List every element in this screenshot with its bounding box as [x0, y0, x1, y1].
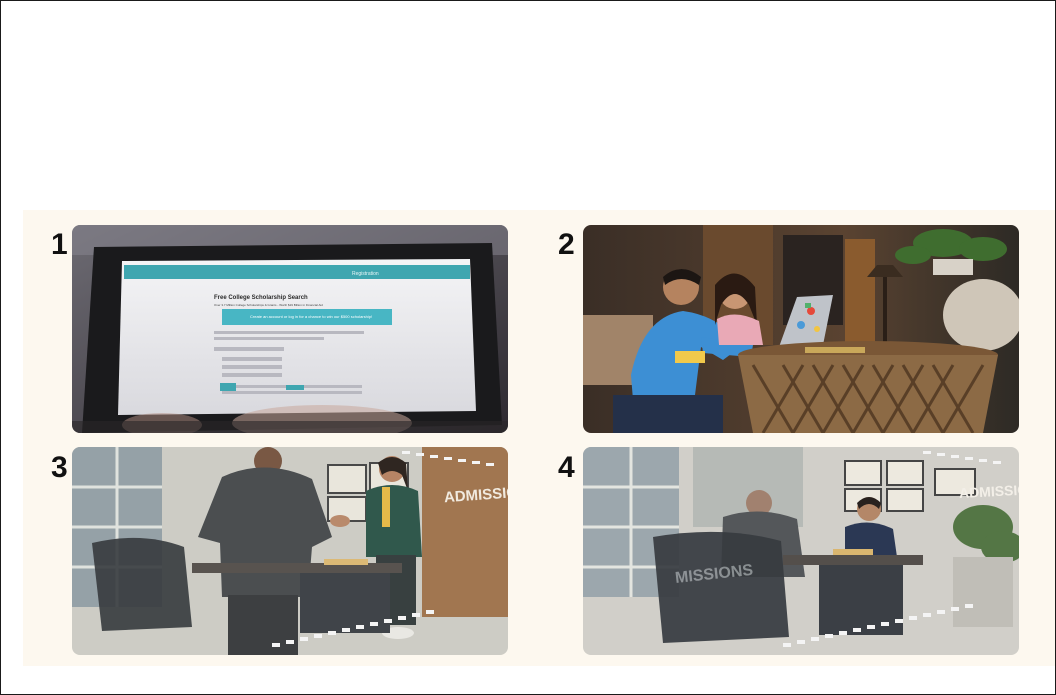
- panel-number-2: 2: [558, 228, 575, 261]
- panel-number-1: 1: [51, 228, 68, 261]
- panel-number-3: 3: [51, 451, 68, 484]
- screen-subheading: Over 3.7 Million College Scholarships & …: [214, 303, 323, 307]
- photo-laptop-scholarship-search: Registration Free College Scholarship Se…: [72, 225, 508, 433]
- screen-heading: Free College Scholarship Search: [214, 295, 308, 301]
- panel-number-4: 4: [558, 451, 575, 484]
- screen-banner: Create an account or log in for a chance…: [250, 314, 372, 319]
- photo-admissions-handshake: ADMISSIONS: [72, 447, 508, 655]
- photo-students-laptop: [583, 225, 1019, 433]
- figure-frame: 1 Registration Free College Scholarship …: [0, 0, 1056, 695]
- photo-admissions-interview: ADMISSIONS MISSIONS: [583, 447, 1019, 655]
- screen-nav-registration: Registration: [352, 271, 379, 277]
